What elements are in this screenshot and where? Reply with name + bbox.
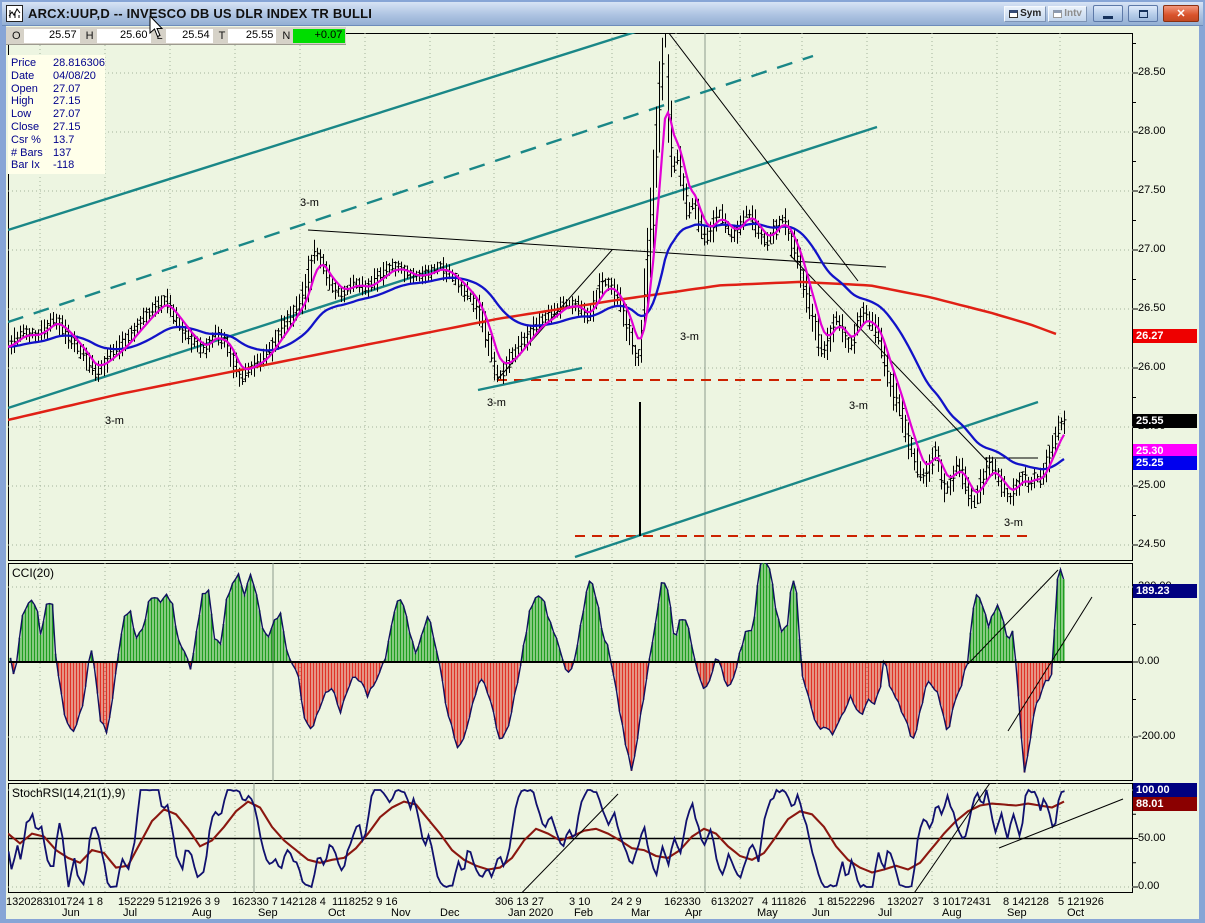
date-axis-month: Feb	[574, 907, 593, 919]
info-box-row: Open27.07	[11, 83, 102, 96]
cci-panel-label: CCI(20)	[12, 566, 54, 580]
stochrsi-panel-label: StochRSI(14,21(1),9)	[12, 786, 125, 800]
main-chart-panel[interactable]	[8, 33, 1133, 561]
maximize-icon	[1139, 10, 1148, 18]
symbol-window-icon	[1009, 10, 1018, 18]
interval-button[interactable]: Intv	[1048, 6, 1087, 22]
date-axis-days: 1522296	[832, 896, 875, 908]
date-axis-month: Jun	[812, 907, 830, 919]
close-button[interactable]: ✕	[1163, 5, 1199, 22]
interval-window-icon	[1053, 10, 1062, 18]
net-label: N	[282, 30, 290, 42]
date-axis-month: Oct	[328, 907, 345, 919]
price-tag: 25.25	[1133, 456, 1197, 470]
cci-value-tag: 189.23	[1133, 584, 1197, 598]
info-box-row: Date04/08/20	[11, 70, 102, 83]
app-icon	[6, 5, 23, 22]
date-axis-days: 132027	[887, 896, 924, 908]
info-box-row: # Bars137	[11, 147, 102, 160]
minimize-icon	[1103, 16, 1113, 19]
price-tag: 26.27	[1133, 329, 1197, 343]
cci-axis-tick: -200.00	[1138, 730, 1175, 742]
title-bar[interactable]: ARCX:UUP,D -- INVESCO DB US DLR INDEX TR…	[2, 2, 1203, 26]
price-tag: 25.55	[1133, 414, 1197, 428]
trade-label: T	[219, 30, 226, 42]
price-axis-tick: 24.50	[1138, 538, 1166, 550]
trendline-annotation: 3-m	[849, 400, 868, 412]
stoch-value-tag: 88.01	[1133, 797, 1197, 811]
info-box-row: Bar Ix-118	[11, 159, 102, 172]
price-axis-tick: 26.00	[1138, 361, 1166, 373]
date-axis-month: Aug	[942, 907, 962, 919]
minimize-button[interactable]	[1093, 5, 1123, 22]
info-box-row: Low27.07	[11, 108, 102, 121]
date-axis-month: Jul	[123, 907, 137, 919]
price-axis-tick: 28.00	[1138, 125, 1166, 137]
stoch-axis-tick: 50.00	[1138, 832, 1166, 844]
date-axis-days: 6132027	[711, 896, 754, 908]
price-axis-tick: 26.50	[1138, 302, 1166, 314]
price-axis-tick: 25.00	[1138, 479, 1166, 491]
low-value: 25.54	[166, 29, 213, 43]
close-icon: ✕	[1176, 7, 1185, 20]
info-box-row: Csr %13.7	[11, 134, 102, 147]
mouse-cursor	[149, 16, 165, 40]
quote-bar: O 25.57 H 25.60 L 25.54 T 25.55 N +0.07	[6, 27, 346, 45]
date-axis-month: Dec	[440, 907, 460, 919]
open-label: O	[12, 30, 21, 42]
date-axis-month: Apr	[685, 907, 702, 919]
date-axis-month: Sep	[258, 907, 278, 919]
open-value: 25.57	[24, 29, 80, 43]
price-axis-tick: 27.00	[1138, 243, 1166, 255]
date-axis-days: 1320283	[6, 896, 49, 908]
date-axis-month: Nov	[391, 907, 411, 919]
trade-value: 25.55	[228, 29, 276, 43]
date-axis-month: Aug	[192, 907, 212, 919]
chart-window: O 25.57 H 25.60 L 25.54 T 25.55 N +0.07 …	[0, 0, 1205, 923]
net-change-value: +0.07	[293, 29, 345, 43]
stoch-axis-tick: 0.00	[1138, 880, 1159, 892]
stochrsi-panel[interactable]	[8, 783, 1133, 893]
cci-axis-tick: 0.00	[1138, 655, 1159, 667]
date-axis-days: 142128 4	[280, 896, 326, 908]
info-box-row: Close27.15	[11, 121, 102, 134]
info-box-row: High27.15	[11, 95, 102, 108]
symbol-button[interactable]: Sym	[1004, 6, 1046, 22]
data-window-info-box: Price28.816306Date04/08/20Open27.07High2…	[8, 55, 105, 174]
date-axis-month: Jun	[62, 907, 80, 919]
date-axis-month: Sep	[1007, 907, 1027, 919]
date-axis-month: Jan 2020	[508, 907, 553, 919]
stoch-value-tag: 100.00	[1133, 783, 1197, 797]
trendline-annotation: 3-m	[1004, 517, 1023, 529]
info-box-row: Price28.816306	[11, 57, 102, 70]
high-value: 25.60	[97, 29, 151, 43]
price-axis-tick: 27.50	[1138, 184, 1166, 196]
date-axis-month: Oct	[1067, 907, 1084, 919]
trendline-annotation: 3-m	[487, 397, 506, 409]
high-label: H	[86, 30, 94, 42]
cci-panel[interactable]	[8, 563, 1133, 781]
date-axis-month: May	[757, 907, 778, 919]
trendline-annotation: 3-m	[680, 331, 699, 343]
date-axis-month: Mar	[631, 907, 650, 919]
date-axis-month: Jul	[878, 907, 892, 919]
maximize-button[interactable]	[1128, 5, 1158, 22]
price-axis-tick: 28.50	[1138, 66, 1166, 78]
window-title: ARCX:UUP,D -- INVESCO DB US DLR INDEX TR…	[28, 6, 372, 21]
trendline-annotation: 3-m	[105, 415, 124, 427]
trendline-annotation: 3-m	[300, 197, 319, 209]
